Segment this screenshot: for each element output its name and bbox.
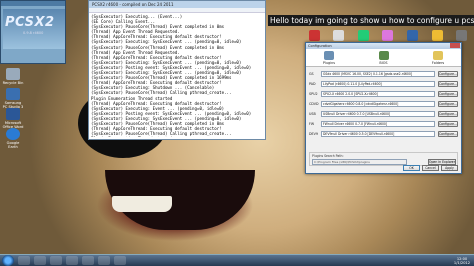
dialog-title: Configuration	[308, 44, 332, 48]
plugin-label: CDVD	[309, 102, 319, 106]
title-bar[interactable]	[1, 1, 65, 6]
desktop-icon-strip	[302, 27, 474, 43]
plugin-row-usb: USB USBnull Driver r4600 0.7.0 [USBnull-…	[309, 109, 458, 119]
plugins-search-path-group: Plugins Search Path: C:\Program Files (x…	[309, 152, 458, 166]
pcsx2-logo: PCSX2	[5, 15, 55, 30]
app-icon[interactable]	[407, 29, 419, 41]
configure-button[interactable]: Configure...	[438, 91, 458, 97]
console-log: (SysExecutor) Executing... (Event...) (EE…	[91, 14, 263, 137]
desktop-icon-label: Recycle Bin	[2, 81, 24, 85]
version-label: 0.9.8 r4600	[23, 31, 44, 35]
pcsx2-main-window[interactable]: PCSX2 0.9.8 r4600	[0, 0, 66, 64]
app-icon[interactable]	[431, 29, 443, 41]
taskbar-app-pcsx2[interactable]	[66, 256, 78, 265]
plugin-row-spu2: SPU2 SPU2-X r4600 2.0.0 [SPU2-X-r4600] C…	[309, 89, 458, 99]
console-line: (SysExecutor) Executing: SysExecEvent ..…	[91, 39, 242, 45]
desktop-icon-label: Google Earth	[6, 141, 20, 149]
taskbar: 12:00 1/1/2012	[0, 254, 474, 266]
plugin-label: FW	[309, 122, 315, 126]
plugin-label: SPU2	[309, 92, 318, 96]
plugin-select[interactable]: SPU2-X r4600 2.0.0 [SPU2-X-r4600]	[321, 91, 435, 97]
configure-button[interactable]: Configure...	[438, 121, 458, 127]
console-window[interactable]: PCSX2 r4600 - compiled on Dec 24 2011 (S…	[88, 0, 266, 140]
app-icon[interactable]	[333, 29, 345, 41]
clock-date: 1/1/2012	[453, 260, 471, 265]
tab-label: BIOS	[379, 61, 388, 65]
cancel-button[interactable]: Cancel	[422, 165, 439, 171]
desktop-icon-recycle-bin[interactable]: Recycle Bin	[2, 68, 24, 85]
configure-button[interactable]: Configure...	[438, 101, 458, 107]
taskbar-app-browser[interactable]	[50, 256, 62, 265]
wallpaper-dog-teeth	[112, 196, 172, 212]
plugin-list: GS GSdx 4600 (MSVC 16.00, SSE2) 0.1.16 […	[309, 69, 458, 139]
plugins-icon	[324, 51, 334, 60]
taskbar-app-console[interactable]	[82, 256, 94, 265]
plugin-select[interactable]: LilyPad (r4600) 0.11.0 [LilyPad-r4600]	[321, 81, 435, 87]
video-caption: Hello today im going to show u how to co…	[268, 15, 474, 26]
taskbar-app-word[interactable]	[98, 256, 110, 265]
plugin-select[interactable]: FWnull Driver r4600 0.7.0 [FWnull-r4600]	[321, 121, 435, 127]
configure-button[interactable]: Configure...	[438, 111, 458, 117]
tab-plugins[interactable]: Plugins	[316, 51, 342, 66]
console-menu-bar[interactable]	[89, 8, 265, 13]
app-icon[interactable]	[456, 29, 468, 41]
plugin-row-pad: PAD LilyPad (r4600) 0.11.0 [LilyPad-r460…	[309, 79, 458, 89]
console-title: PCSX2 r4600 - compiled on Dec 24 2011	[92, 2, 174, 7]
plugin-row-cdvd: CDVD cdvdGigaherz r4600 0.8.0 [cdvdGigah…	[309, 99, 458, 109]
tab-label: Plugins	[322, 61, 336, 65]
plugin-select[interactable]: DEV9null Driver r4600 0.5.0 [DEV9null-r4…	[321, 131, 435, 137]
tab-bios[interactable]: BIOS	[371, 51, 397, 66]
plugin-row-fw: FW FWnull Driver r4600 0.7.0 [FWnull-r46…	[309, 119, 458, 129]
tab-label: Folders	[431, 61, 445, 65]
samsung-pc-studio-icon	[6, 88, 20, 100]
plugin-config-dialog[interactable]: Configuration Plugins BIOS Folders GS GS…	[305, 42, 462, 174]
plugin-row-gs: GS GSdx 4600 (MSVC 16.00, SSE2) 0.1.16 […	[309, 69, 458, 79]
plugin-label: USB	[309, 112, 316, 116]
plugin-select[interactable]: cdvdGigaherz r4600 0.8.0 [cdvdGigaherz-r…	[321, 101, 435, 107]
desktop-icon-word[interactable]: Microsoft Office Word	[2, 108, 24, 129]
plugin-row-dev9: DEV9 DEV9null Driver r4600 0.5.0 [DEV9nu…	[309, 129, 458, 139]
dialog-tabs: Plugins BIOS Folders	[306, 49, 461, 67]
dialog-button-row: OK Cancel Apply	[403, 165, 458, 171]
configure-button[interactable]: Configure...	[438, 81, 458, 87]
plugin-label: PAD	[309, 82, 316, 86]
taskbar-app-misc[interactable]	[114, 256, 126, 265]
start-button[interactable]	[2, 255, 14, 266]
taskbar-clock[interactable]: 12:00 1/1/2012	[452, 257, 474, 265]
word-icon	[6, 108, 20, 120]
folder-icon	[433, 51, 443, 60]
plugin-select[interactable]: GSdx 4600 (MSVC 16.00, SSE2) 0.1.16 [gsd…	[321, 71, 435, 77]
close-icon[interactable]	[450, 43, 460, 48]
search-path-field[interactable]: C:\Program Files (x86)\PCSX2\plugins	[312, 159, 407, 165]
plugin-label: DEV9	[309, 132, 318, 136]
desktop-icon-samsung[interactable]: Samsung PC Studio 3	[2, 88, 24, 109]
plugin-label: GS	[309, 72, 314, 76]
configure-button[interactable]: Configure...	[438, 131, 458, 137]
console-line: Plugin Enumeration Thread started	[91, 136, 263, 137]
google-earth-icon	[6, 128, 20, 140]
ok-button[interactable]: OK	[403, 165, 420, 171]
taskbar-app-explorer[interactable]	[18, 256, 30, 265]
plugin-select[interactable]: USBnull Driver r4600 0.7.0 [USBnull-r460…	[321, 111, 435, 117]
app-icon[interactable]	[308, 29, 320, 41]
app-icon[interactable]	[382, 29, 394, 41]
tab-folders[interactable]: Folders	[425, 51, 451, 66]
configure-button[interactable]: Configure...	[438, 71, 458, 77]
apply-button[interactable]: Apply	[441, 165, 458, 171]
console-title-bar[interactable]: PCSX2 r4600 - compiled on Dec 24 2011	[89, 1, 265, 8]
app-icon[interactable]	[357, 29, 369, 41]
bios-chip-icon	[378, 51, 389, 60]
recycle-bin-icon	[6, 68, 20, 80]
desktop-icon-google-earth[interactable]: Google Earth	[2, 128, 24, 149]
taskbar-app-media[interactable]	[34, 256, 46, 265]
